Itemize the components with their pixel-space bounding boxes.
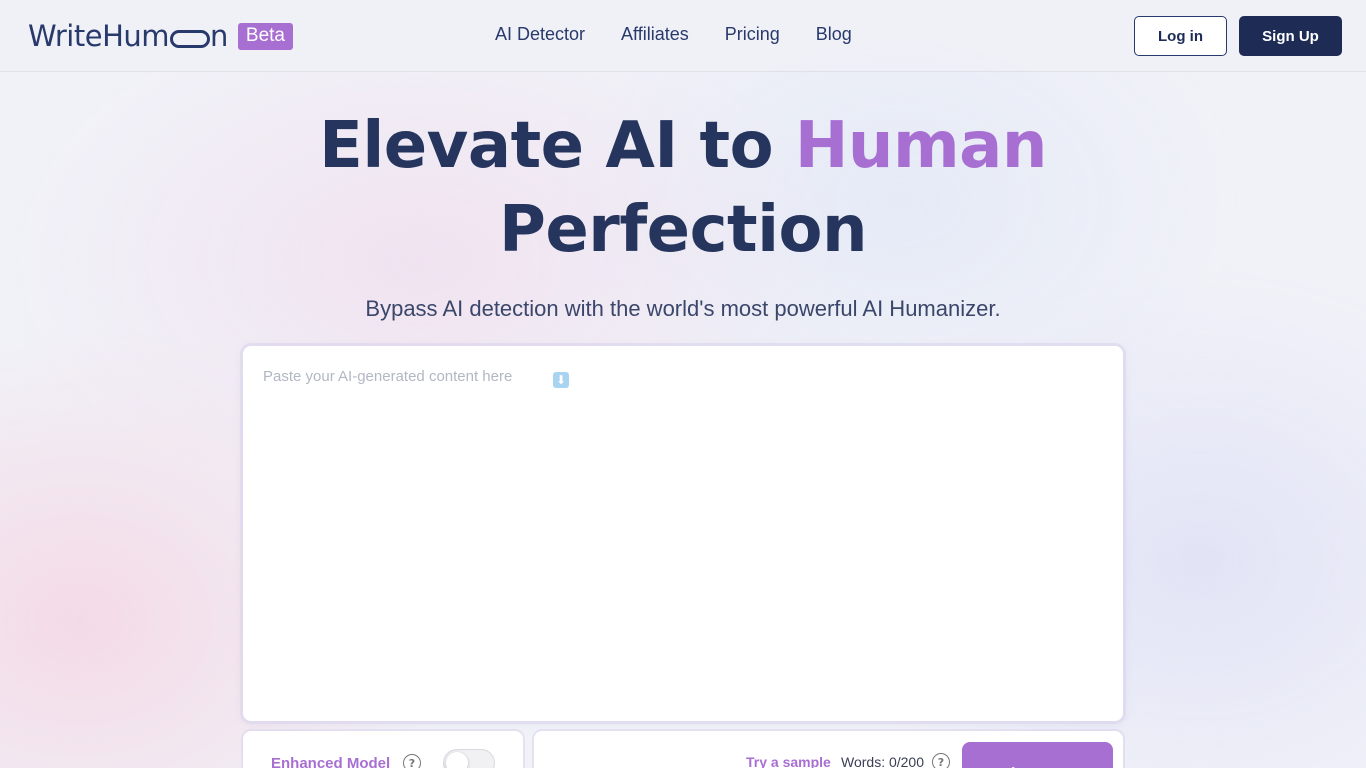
site-header: WriteHum n Beta AI Detector Affiliates P… [0, 0, 1366, 72]
help-icon[interactable]: ? [403, 754, 421, 768]
nav-ai-detector[interactable]: AI Detector [495, 24, 585, 45]
logo-text: WriteHum [28, 19, 170, 53]
content-editor-card [243, 346, 1123, 721]
write-human-button[interactable]: Write Human [962, 742, 1113, 768]
main-nav: AI Detector Affiliates Pricing Blog [495, 24, 852, 45]
toggle-knob [446, 752, 468, 768]
enhanced-model-toggle[interactable] [443, 749, 495, 768]
beta-badge: Beta [237, 22, 293, 50]
word-limit-help-icon[interactable]: ? [932, 753, 950, 768]
nav-affiliates[interactable]: Affiliates [621, 24, 689, 45]
logo-mark-icon [170, 30, 210, 48]
try-sample-link[interactable]: Try a sample [746, 754, 831, 768]
login-button[interactable]: Log in [1134, 16, 1227, 56]
signup-button[interactable]: Sign Up [1239, 16, 1342, 56]
hero-subtitle: Bypass AI detection with the world's mos… [365, 296, 1001, 321]
down-arrow-icon: ⬇ [553, 372, 569, 388]
hero-title-accent: Human [794, 109, 1048, 183]
enhanced-model-label: Enhanced Model [271, 755, 391, 768]
action-bar: Try a sample Words: 0/200 ? Write Human [534, 731, 1123, 768]
nav-pricing[interactable]: Pricing [725, 24, 780, 45]
model-option-card: Enhanced Model ? [243, 731, 523, 768]
word-count: Words: 0/200 [841, 754, 925, 768]
nav-blog[interactable]: Blog [816, 24, 852, 45]
logo-text-suffix: n [210, 19, 228, 53]
hero-title-part2: Perfection [498, 193, 868, 267]
hero-title: Elevate AI to Human Perfection [0, 104, 1366, 272]
hero-title-part1: Elevate AI to [319, 109, 795, 183]
content-input[interactable] [263, 368, 1103, 698]
logo[interactable]: WriteHum n Beta [28, 19, 293, 53]
